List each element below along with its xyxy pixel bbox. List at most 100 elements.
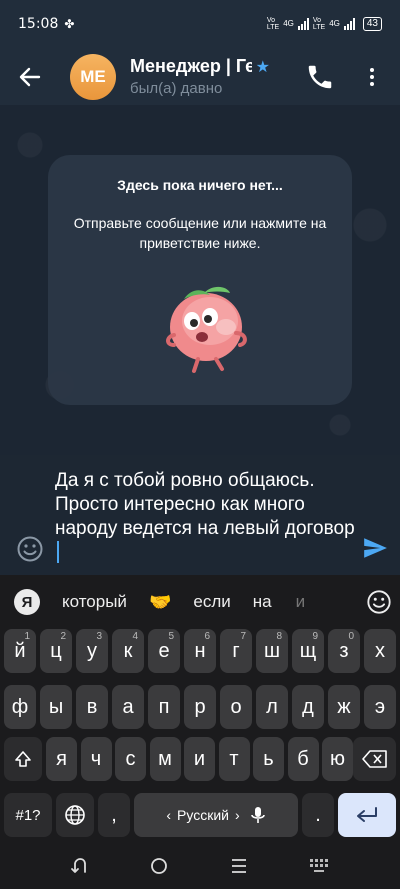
yandex-logo-button[interactable]: Я <box>14 589 40 615</box>
space-key[interactable]: ‹ Русский › <box>134 793 298 837</box>
chat-area: Здесь пока ничего нет... Отправьте сообщ… <box>0 105 400 455</box>
key-number-hint: 9 <box>312 631 318 642</box>
home-icon[interactable] <box>149 856 169 876</box>
key-о[interactable]: о <box>220 685 252 729</box>
suggestion-bar: Я который 🤝 если на и <box>0 575 400 629</box>
message-input-text: Да я с тобой ровно общаюсь. Просто интер… <box>55 470 355 539</box>
smile-icon <box>17 536 43 562</box>
period-key[interactable]: . <box>302 793 334 837</box>
language-key[interactable] <box>56 793 94 837</box>
key-label: х <box>375 639 385 662</box>
suggestion-item[interactable]: на <box>253 592 272 612</box>
key-л[interactable]: л <box>256 685 288 729</box>
enter-key[interactable] <box>338 793 396 837</box>
key-number-hint: 8 <box>276 631 282 642</box>
key-ы[interactable]: ы <box>40 685 72 729</box>
network-type-1: 4G <box>283 19 294 28</box>
send-icon <box>364 538 387 558</box>
empty-chat-text: Отправьте сообщение или нажмите на приве… <box>73 215 327 251</box>
chat-title-block[interactable]: Менеджер | Ге ★ был(а) давно <box>130 56 270 97</box>
key-п[interactable]: п <box>148 685 180 729</box>
key-э[interactable]: э <box>364 685 396 729</box>
suggestion-item[interactable]: и <box>296 592 306 612</box>
handshake-emoji-suggestion[interactable]: 🤝 <box>149 592 171 613</box>
key-т[interactable]: т <box>218 737 250 781</box>
volte-icon-2: Vo LTE <box>312 17 326 31</box>
avatar[interactable]: МЕ <box>70 53 116 100</box>
key-з[interactable]: з0 <box>328 629 360 673</box>
key-label: е <box>158 639 170 662</box>
arrow-left-icon <box>19 67 41 86</box>
key-row-2: фывапролджэ <box>0 685 400 729</box>
key-ц[interactable]: ц2 <box>40 629 72 673</box>
backspace-key[interactable] <box>353 737 396 781</box>
message-input[interactable]: Да я с тобой ровно общаюсь. Просто интер… <box>55 469 355 566</box>
key-label: г <box>232 639 240 662</box>
key-г[interactable]: г7 <box>220 629 252 673</box>
send-button[interactable] <box>362 535 388 561</box>
key-number-hint: 1 <box>24 631 30 642</box>
key-label: к <box>123 639 133 662</box>
key-я[interactable]: я <box>46 737 77 781</box>
empty-chat-card: Здесь пока ничего нет... Отправьте сообщ… <box>48 155 352 405</box>
signal-icon-2 <box>343 18 355 30</box>
key-ж[interactable]: ж <box>328 685 360 729</box>
key-и[interactable]: и <box>184 737 215 781</box>
greeting-sticker[interactable] <box>144 263 264 383</box>
keyboard: Я который 🤝 если на и й1ц2у3к4е5н6г7ш8щ9… <box>0 575 400 843</box>
recents-icon[interactable] <box>229 856 249 876</box>
globe-icon <box>65 805 85 825</box>
smile-icon <box>367 590 391 614</box>
key-label: н <box>194 639 206 662</box>
key-у[interactable]: у3 <box>76 629 108 673</box>
key-м[interactable]: м <box>149 737 181 781</box>
key-label: у <box>87 639 97 662</box>
comma-key[interactable]: , <box>98 793 130 837</box>
back-gesture-icon[interactable] <box>70 856 90 876</box>
key-й[interactable]: й1 <box>4 629 36 673</box>
back-button[interactable] <box>0 48 60 105</box>
key-к[interactable]: к4 <box>112 629 144 673</box>
status-time: 15:08 <box>18 16 59 32</box>
key-х[interactable]: х <box>364 629 396 673</box>
more-menu-button[interactable] <box>360 62 384 92</box>
key-ю[interactable]: ю <box>322 737 353 781</box>
key-р[interactable]: р <box>184 685 216 729</box>
suggestion-item[interactable]: если <box>193 592 230 612</box>
key-а[interactable]: а <box>112 685 144 729</box>
shift-key[interactable] <box>4 737 42 781</box>
last-seen-status: был(а) давно <box>130 80 223 97</box>
signal-icon <box>297 18 309 30</box>
symbols-key[interactable]: #1? <box>4 793 52 837</box>
key-ь[interactable]: ь <box>253 737 284 781</box>
emoji-button[interactable] <box>16 535 44 563</box>
notification-icon: ✤ <box>64 17 75 31</box>
key-label: ц <box>50 639 62 662</box>
star-icon: ★ <box>255 58 270 76</box>
volte-icon: Vo LTE <box>266 17 280 31</box>
call-button[interactable] <box>305 62 335 92</box>
suggestion-item[interactable]: который <box>62 592 127 612</box>
key-number-hint: 0 <box>348 631 354 642</box>
network-type-2: 4G <box>329 19 340 28</box>
chat-title: Менеджер | Ге <box>130 56 252 76</box>
key-ч[interactable]: ч <box>80 737 112 781</box>
key-number-hint: 7 <box>240 631 246 642</box>
key-ф[interactable]: ф <box>4 685 36 729</box>
microphone-icon <box>250 807 265 823</box>
key-с[interactable]: с <box>115 737 146 781</box>
key-щ[interactable]: щ9 <box>292 629 324 673</box>
space-language-label: Русский <box>177 807 229 823</box>
key-label: щ <box>299 639 317 662</box>
key-н[interactable]: н6 <box>184 629 216 673</box>
keyboard-emoji-button[interactable] <box>366 589 392 615</box>
key-д[interactable]: д <box>292 685 324 729</box>
key-в[interactable]: в <box>76 685 108 729</box>
key-row-3: ячсмитьбю <box>0 737 400 781</box>
status-bar: 15:08 ✤ Vo LTE 4G Vo LTE 4G 43 <box>0 0 400 48</box>
key-ш[interactable]: ш8 <box>256 629 288 673</box>
empty-chat-title: Здесь пока ничего нет... <box>117 177 283 193</box>
keyboard-switch-icon[interactable] <box>308 856 330 876</box>
key-е[interactable]: е5 <box>148 629 180 673</box>
key-б[interactable]: б <box>287 737 319 781</box>
